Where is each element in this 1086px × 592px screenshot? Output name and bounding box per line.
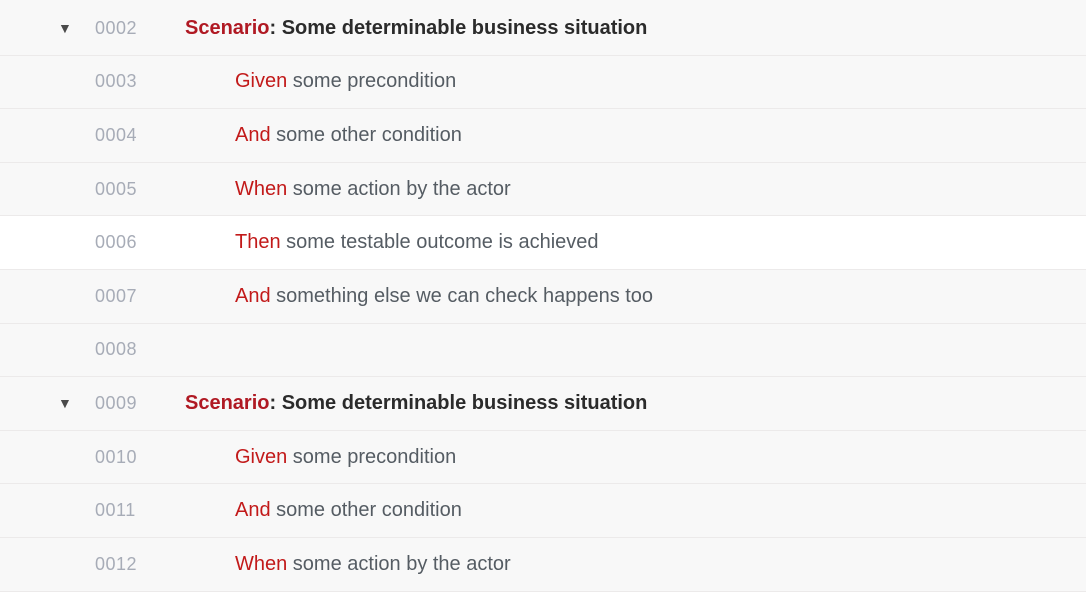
keyword-step: Given	[235, 446, 287, 469]
code-line[interactable]: ▼0002Scenario: Some determinable busines…	[0, 2, 1086, 56]
gutter: 0012	[0, 554, 90, 575]
keyword-scenario: Scenario	[185, 17, 269, 40]
line-number: 0012	[55, 554, 137, 575]
step-text: some action by the actor	[287, 553, 510, 576]
line-content[interactable]: And something else we can check happens …	[90, 285, 1086, 308]
step-text: some action by the actor	[287, 178, 510, 201]
gutter: 0011	[0, 500, 90, 521]
step-text: some other condition	[271, 499, 462, 522]
keyword-step: And	[235, 499, 271, 522]
gutter: 0005	[0, 179, 90, 200]
code-line[interactable]: 0010Given some precondition	[0, 431, 1086, 485]
code-line[interactable]: 0008	[0, 324, 1086, 378]
gutter: 0003	[0, 71, 90, 92]
gutter: 0006	[0, 232, 90, 253]
step-text: some precondition	[287, 70, 456, 93]
gutter: ▼0009	[0, 393, 90, 414]
code-line[interactable]: 0007And something else we can check happ…	[0, 270, 1086, 324]
step-text: some testable outcome is achieved	[281, 231, 599, 254]
code-line[interactable]: 0011And some other condition	[0, 484, 1086, 538]
line-number: 0008	[55, 339, 137, 360]
line-number: 0010	[55, 447, 137, 468]
step-text: something else we can check happens too	[271, 285, 653, 308]
gutter: 0010	[0, 447, 90, 468]
line-content[interactable]: Given some precondition	[90, 70, 1086, 93]
keyword-step: Given	[235, 70, 287, 93]
keyword-scenario: Scenario	[185, 392, 269, 415]
line-content[interactable]: When some action by the actor	[90, 553, 1086, 576]
gutter: 0007	[0, 286, 90, 307]
keyword-step: When	[235, 178, 287, 201]
keyword-step: And	[235, 285, 271, 308]
line-number: 0004	[55, 125, 137, 146]
line-content[interactable]: When some action by the actor	[90, 178, 1086, 201]
scenario-title: Some determinable business situation	[282, 17, 648, 40]
line-content[interactable]: And some other condition	[90, 124, 1086, 147]
line-number: 0007	[55, 286, 137, 307]
line-number: 0003	[55, 71, 137, 92]
step-text: some other condition	[271, 124, 462, 147]
scenario-colon: :	[269, 17, 281, 40]
code-line[interactable]: 0004And some other condition	[0, 109, 1086, 163]
gutter: 0008	[0, 339, 90, 360]
step-text: some precondition	[287, 446, 456, 469]
code-line[interactable]: 0005When some action by the actor	[0, 163, 1086, 217]
gutter: 0004	[0, 125, 90, 146]
keyword-step: Then	[235, 231, 281, 254]
line-content[interactable]: Given some precondition	[90, 446, 1086, 469]
line-content[interactable]: Then some testable outcome is achieved	[90, 231, 1086, 254]
fold-toggle-icon[interactable]: ▼	[58, 396, 72, 410]
line-number: 0011	[55, 500, 136, 521]
code-line[interactable]: 0003Given some precondition	[0, 56, 1086, 110]
code-line[interactable]: ▼0009Scenario: Some determinable busines…	[0, 377, 1086, 431]
line-content[interactable]: Scenario: Some determinable business sit…	[90, 17, 1086, 40]
keyword-step: And	[235, 124, 271, 147]
scenario-title: Some determinable business situation	[282, 392, 648, 415]
line-number: 0005	[55, 179, 137, 200]
fold-toggle-icon[interactable]: ▼	[58, 21, 72, 35]
line-content[interactable]: Scenario: Some determinable business sit…	[90, 392, 1086, 415]
line-number: 0006	[55, 232, 137, 253]
code-editor[interactable]: ▼0002Scenario: Some determinable busines…	[0, 0, 1086, 592]
line-content[interactable]: And some other condition	[90, 499, 1086, 522]
code-line[interactable]: 0012When some action by the actor	[0, 538, 1086, 592]
keyword-step: When	[235, 553, 287, 576]
scenario-colon: :	[269, 392, 281, 415]
code-line[interactable]: 0006Then some testable outcome is achiev…	[0, 216, 1086, 270]
gutter: ▼0002	[0, 18, 90, 39]
